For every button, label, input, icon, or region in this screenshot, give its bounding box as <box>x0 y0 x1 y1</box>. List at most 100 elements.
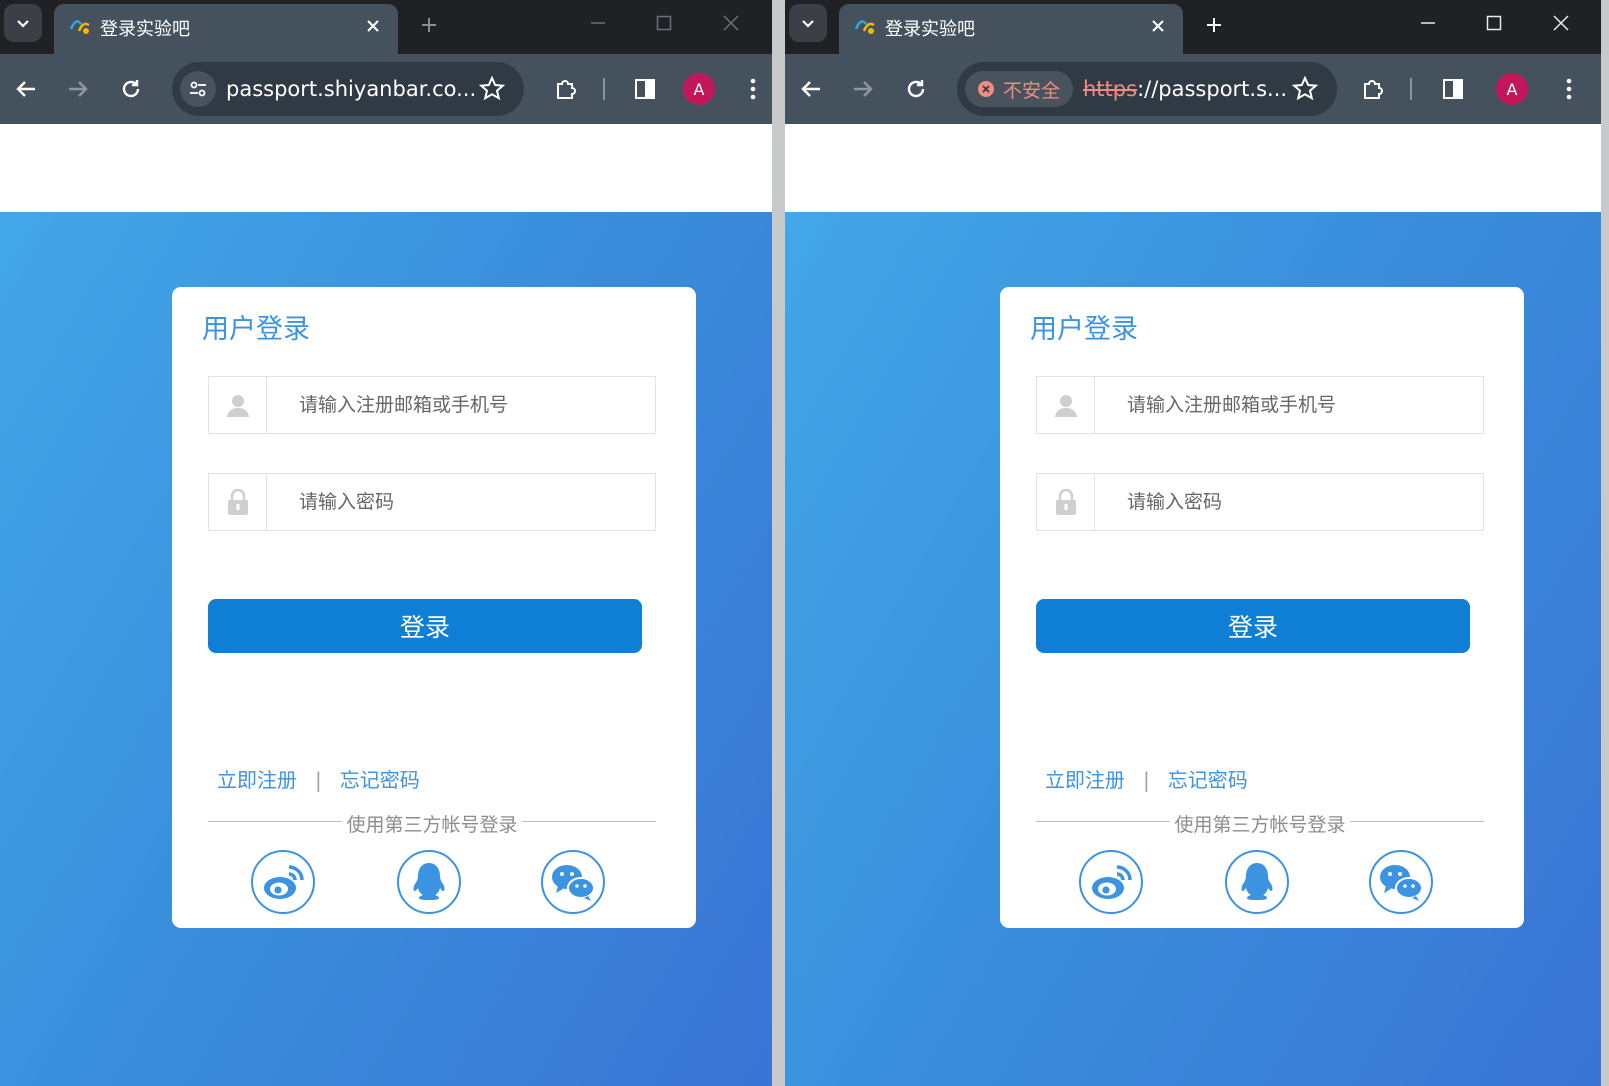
side-panel-icon <box>635 79 655 99</box>
url-text: passport.shiyanbar.co... <box>226 77 477 101</box>
security-chip[interactable]: 不安全 <box>965 71 1073 107</box>
password-field[interactable] <box>208 473 656 531</box>
wechat-login-button[interactable] <box>1369 850 1433 914</box>
insecure-warning-icon <box>978 81 994 97</box>
minimize-button[interactable] <box>578 8 618 38</box>
forgot-password-link[interactable]: 忘记密码 <box>1168 768 1248 792</box>
extensions-button[interactable] <box>548 71 584 107</box>
username-field[interactable] <box>208 376 656 434</box>
page-background: 用户登录 登录 立即注册 | 忘记密码 使用第三方帐号登录 <box>0 212 772 1086</box>
arrow-right-icon <box>854 81 873 97</box>
minimize-button[interactable] <box>1408 8 1448 38</box>
maximize-icon <box>1486 15 1502 31</box>
password-input[interactable] <box>1103 474 1473 530</box>
star-icon[interactable] <box>478 75 506 103</box>
tab-title: 登录实验吧 <box>100 19 190 40</box>
third-party-label: 使用第三方帐号登录 <box>1170 814 1350 836</box>
forward-button[interactable] <box>845 71 881 107</box>
login-button[interactable]: 登录 <box>1036 599 1470 653</box>
browser-window-left: 登录实验吧 passport.shiyanbar.co... A 用户登录 请输… <box>0 0 772 1086</box>
account-links: 立即注册 | 忘记密码 <box>217 764 420 793</box>
weibo-icon <box>264 865 304 899</box>
menu-button[interactable] <box>735 71 771 107</box>
side-panel-button[interactable] <box>627 71 663 107</box>
reload-button[interactable] <box>898 71 934 107</box>
lock-icon <box>1037 474 1095 530</box>
weibo-login-button[interactable] <box>251 850 315 914</box>
qq-login-button[interactable] <box>397 850 461 914</box>
url-text: https://passport.s... <box>1083 77 1287 101</box>
tab-search-button[interactable] <box>4 4 42 42</box>
tab-title: 登录实验吧 <box>885 19 975 40</box>
password-field[interactable] <box>1036 473 1484 531</box>
login-card: 用户登录 登录 立即注册 | 忘记密码 使用第三方帐号登录 <box>172 287 696 928</box>
maximize-button[interactable] <box>1474 8 1514 38</box>
address-bar[interactable]: passport.shiyanbar.co... <box>172 62 524 116</box>
plus-icon <box>422 18 436 32</box>
reload-button[interactable] <box>113 71 149 107</box>
new-tab-button[interactable] <box>414 10 444 40</box>
register-link[interactable]: 立即注册 <box>217 768 297 792</box>
username-field[interactable] <box>1036 376 1484 434</box>
link-separator: | <box>315 768 322 792</box>
close-tab-icon[interactable] <box>1147 15 1169 37</box>
qq-icon <box>413 863 445 900</box>
wechat-icon <box>1380 865 1423 901</box>
address-bar[interactable]: 不安全 https://passport.s... <box>957 62 1337 116</box>
back-button[interactable] <box>8 71 44 107</box>
browser-toolbar: 不安全 https://passport.s... A <box>785 54 1601 124</box>
browser-toolbar: passport.shiyanbar.co... A <box>0 54 772 124</box>
arrow-right-icon <box>69 81 88 97</box>
tab-strip: 登录实验吧 <box>785 0 1601 54</box>
close-icon <box>723 15 739 31</box>
toolbar-divider <box>603 78 605 100</box>
username-input[interactable] <box>1103 377 1473 433</box>
third-party-divider: 使用第三方帐号登录 <box>208 810 656 836</box>
password-input[interactable] <box>275 474 645 530</box>
username-input[interactable] <box>275 377 645 433</box>
security-label: 不安全 <box>1003 79 1061 102</box>
browser-tab[interactable]: 登录实验吧 <box>839 4 1183 54</box>
side-panel-icon <box>1443 79 1463 99</box>
side-panel-button[interactable] <box>1435 71 1471 107</box>
minimize-icon <box>591 22 605 24</box>
link-separator: | <box>1143 768 1150 792</box>
close-window-button[interactable] <box>1541 8 1581 38</box>
menu-button[interactable] <box>1551 71 1587 107</box>
maximize-button[interactable] <box>644 8 684 38</box>
weibo-login-button[interactable] <box>1079 850 1143 914</box>
reload-icon <box>907 80 925 98</box>
site-favicon-icon <box>854 20 875 34</box>
tab-search-button[interactable] <box>789 4 827 42</box>
wechat-login-button[interactable] <box>541 850 605 914</box>
extensions-button[interactable] <box>1355 71 1391 107</box>
profile-avatar[interactable]: A <box>1496 73 1528 105</box>
profile-avatar[interactable]: A <box>683 73 715 105</box>
url-rest: ://passport.s... <box>1137 77 1288 101</box>
login-button[interactable]: 登录 <box>208 599 642 653</box>
qq-icon <box>1241 863 1273 900</box>
puzzle-icon <box>557 80 576 99</box>
toolbar-divider <box>1410 78 1412 100</box>
third-party-divider: 使用第三方帐号登录 <box>1036 810 1484 836</box>
star-icon[interactable] <box>1291 75 1319 103</box>
register-link[interactable]: 立即注册 <box>1045 768 1125 792</box>
more-vert-icon <box>1566 78 1572 100</box>
new-tab-button[interactable] <box>1199 10 1229 40</box>
reload-icon <box>122 80 140 98</box>
url-scheme: https <box>1083 77 1138 101</box>
web-page: 用户登录 登录 立即注册 | 忘记密码 使用第三方帐号登录 <box>785 124 1601 1086</box>
browser-tab[interactable]: 登录实验吧 <box>54 4 398 54</box>
close-window-button[interactable] <box>711 8 751 38</box>
chevron-down-icon <box>802 20 814 28</box>
forward-button[interactable] <box>60 71 96 107</box>
login-title: 用户登录 <box>1030 314 1138 345</box>
close-tab-icon[interactable] <box>362 15 384 37</box>
back-button[interactable] <box>793 71 829 107</box>
minimize-icon <box>1421 22 1435 24</box>
forgot-password-link[interactable]: 忘记密码 <box>340 768 420 792</box>
site-favicon-icon <box>69 20 90 34</box>
site-info-button[interactable] <box>180 71 216 107</box>
third-party-label: 使用第三方帐号登录 <box>342 814 522 836</box>
qq-login-button[interactable] <box>1225 850 1289 914</box>
